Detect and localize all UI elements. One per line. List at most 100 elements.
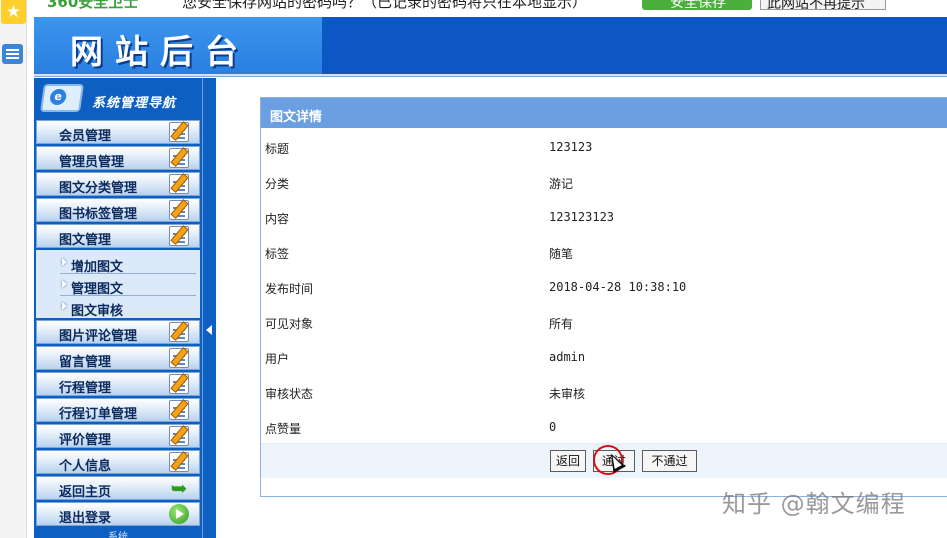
sidebar-item-articles[interactable]: 图文管理 xyxy=(36,224,200,248)
browser-sidebar: ★ xyxy=(0,0,27,538)
field-value: 游记 xyxy=(549,177,574,191)
list-icon[interactable] xyxy=(2,44,23,64)
sidebar-item-label: 行程订单管理 xyxy=(59,407,138,422)
submenu-item-label: 图文审核 xyxy=(71,304,124,319)
submenu-item-label: 管理图文 xyxy=(71,282,124,297)
pencil-icon xyxy=(169,348,189,368)
sidebar-item-categories[interactable]: 图文分类管理 xyxy=(36,172,200,196)
star-icon[interactable]: ★ xyxy=(1,0,26,24)
green-arrow-icon: ➥ xyxy=(170,476,188,500)
green-play-icon xyxy=(169,504,189,524)
submenu-item-add[interactable]: 增加图文 xyxy=(60,252,196,275)
sidebar-item-label: 行程管理 xyxy=(59,381,112,396)
screen: ★ 360安全卫士 您安全保存网站的密码吗？（已记录的密码将只在本地显示） 安全… xyxy=(0,0,947,538)
sidebar-item-tags[interactable]: 图书标签管理 xyxy=(36,198,200,222)
articles-submenu: 增加图文 管理图文 图文审核 xyxy=(36,250,200,319)
pencil-icon xyxy=(169,426,189,446)
password-save-bar: 360安全卫士 您安全保存网站的密码吗？（已记录的密码将只在本地显示） 安全保存… xyxy=(27,0,947,17)
security-brand: 360安全卫士 xyxy=(47,0,139,11)
sidebar-item-comments[interactable]: 图片评论管理 xyxy=(36,320,200,344)
sidebar-item-messages[interactable]: 留言管理 xyxy=(36,346,200,370)
pencil-icon xyxy=(169,174,189,194)
triangle-right-icon xyxy=(62,302,67,310)
sidebar-item-label: 留言管理 xyxy=(59,355,112,370)
sidebar-item-members[interactable]: 会员管理 xyxy=(36,120,200,144)
pencil-icon xyxy=(169,374,189,394)
safe-save-button[interactable]: 安全保存 xyxy=(642,0,752,10)
logo-area: 网站后台 xyxy=(34,17,322,74)
site-header: 网站后台 xyxy=(34,17,947,74)
field-label: 审核状态 xyxy=(265,387,314,401)
detail-row: 标题 123123 xyxy=(261,128,947,163)
field-value: 123123123 xyxy=(549,210,615,224)
sidebar-item-label: 图文分类管理 xyxy=(59,181,138,196)
field-label: 发布时间 xyxy=(265,282,314,296)
reject-button[interactable]: 不通过 xyxy=(642,450,697,472)
sidebar-item-label: 图书标签管理 xyxy=(59,207,138,222)
sidebar-collapse-splitter[interactable] xyxy=(202,78,216,538)
detail-row: 点赞量 0 xyxy=(261,408,947,443)
computer-icon: e xyxy=(40,84,84,112)
sidebar-item-label: 评价管理 xyxy=(59,433,112,448)
sidebar-item-label: 图片评论管理 xyxy=(59,329,138,344)
detail-row: 分类 游记 xyxy=(261,163,947,198)
field-value: 2018-04-28 10:38:10 xyxy=(549,280,687,294)
sidebar-item-label: 退出登录 xyxy=(59,511,112,526)
sidebar-title: 系统管理导航 xyxy=(92,96,177,111)
field-value: 未审核 xyxy=(549,387,586,401)
sidebar-item-trips[interactable]: 行程管理 xyxy=(36,372,200,396)
sidebar-item-profile[interactable]: 个人信息 xyxy=(36,450,200,474)
field-label: 标签 xyxy=(265,247,290,261)
field-value: 所有 xyxy=(549,317,574,331)
field-label: 点赞量 xyxy=(265,422,302,436)
detail-row: 用户 admin xyxy=(261,338,947,373)
header-divider xyxy=(34,74,947,77)
detail-row: 发布时间 2018-04-28 10:38:10 xyxy=(261,268,947,303)
submenu-item-review[interactable]: 图文审核 xyxy=(60,296,196,319)
back-button[interactable]: 返回 xyxy=(550,450,586,472)
pencil-icon xyxy=(169,226,189,246)
field-label: 内容 xyxy=(265,212,290,226)
detail-row: 审核状态 未审核 xyxy=(261,373,947,408)
sidebar-item-admins[interactable]: 管理员管理 xyxy=(36,146,200,170)
article-detail-panel: 图文详情 标题 123123 分类 游记 内容 123123123 标签 随笔 … xyxy=(260,97,947,497)
pencil-icon xyxy=(169,148,189,168)
sidebar-item-trip-orders[interactable]: 行程订单管理 xyxy=(36,398,200,422)
panel-title: 图文详情 xyxy=(261,98,947,128)
pencil-icon xyxy=(169,452,189,472)
action-bar: 返回 通过 不通过 xyxy=(261,443,947,478)
security-message: 您安全保存网站的密码吗？（已记录的密码将只在本地显示） xyxy=(182,0,588,11)
sidebar-item-label: 返回主页 xyxy=(59,485,112,500)
field-label: 分类 xyxy=(265,177,290,191)
sidebar-item-home[interactable]: 返回主页 ➥ xyxy=(36,476,200,500)
submenu-item-label: 增加图文 xyxy=(71,260,124,275)
pencil-icon xyxy=(169,122,189,142)
main-content: 图文详情 标题 123123 分类 游记 内容 123123123 标签 随笔 … xyxy=(216,78,947,538)
sidebar-footer: 系统 xyxy=(108,532,128,538)
watermark: 知乎 @翰文编程 xyxy=(722,490,906,518)
field-value: 0 xyxy=(549,420,557,434)
sidebar-item-logout[interactable]: 退出登录 xyxy=(36,502,200,526)
collapse-arrow-icon[interactable] xyxy=(206,325,212,335)
field-label: 可见对象 xyxy=(265,317,314,331)
field-label: 标题 xyxy=(265,142,290,156)
pencil-icon xyxy=(169,400,189,420)
submenu-item-manage[interactable]: 管理图文 xyxy=(60,274,196,297)
triangle-right-icon xyxy=(62,258,67,266)
pencil-icon xyxy=(169,200,189,220)
site-logo-text: 网站后台 xyxy=(70,32,250,71)
detail-row: 内容 123123123 xyxy=(261,198,947,233)
field-value: 随笔 xyxy=(549,247,574,261)
field-value: admin xyxy=(549,350,586,364)
sidebar-item-label: 管理员管理 xyxy=(59,155,125,170)
sidebar-item-label: 会员管理 xyxy=(59,129,112,144)
no-prompt-button[interactable]: 此网站不再提示 xyxy=(760,0,886,10)
pencil-icon xyxy=(169,322,189,342)
sidebar-item-reviews[interactable]: 评价管理 xyxy=(36,424,200,448)
detail-row: 可见对象 所有 xyxy=(261,303,947,338)
sidebar: e 系统管理导航 会员管理 管理员管理 图文分类管理 图书标签管理 图文管理 增… xyxy=(34,78,202,538)
sidebar-item-label: 个人信息 xyxy=(59,459,112,474)
triangle-right-icon xyxy=(62,280,67,288)
sidebar-header: e 系统管理导航 xyxy=(34,78,202,120)
field-value: 123123 xyxy=(549,140,593,154)
